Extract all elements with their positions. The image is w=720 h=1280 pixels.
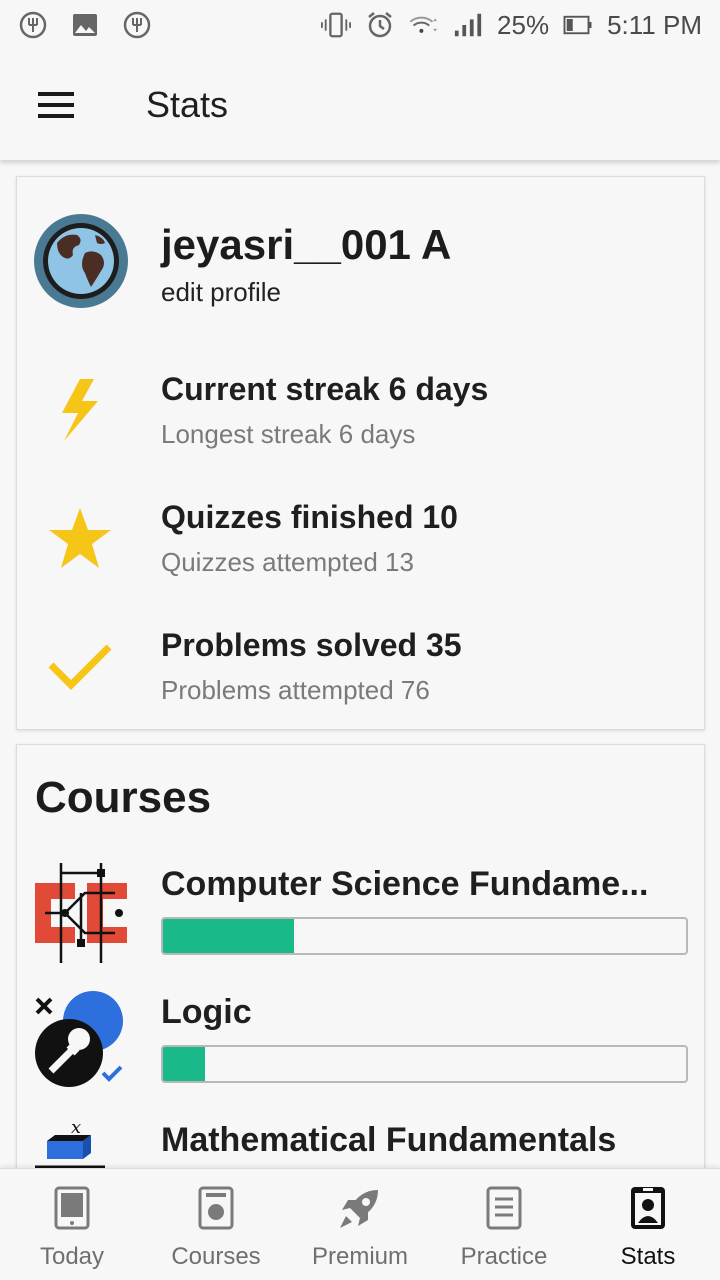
courses-heading: Courses — [35, 773, 212, 822]
star-icon — [45, 503, 115, 573]
streak-row: Current streak 6 days Longest streak 6 d… — [17, 353, 706, 481]
lightning-icon — [45, 375, 115, 445]
courses-card: Courses Computer Science Fundame... Logi… — [16, 744, 705, 1184]
quizzes-row: Quizzes finished 10 Quizzes attempted 13 — [17, 481, 706, 609]
vibrate-icon — [321, 10, 352, 40]
profile-card: jeyasri__001 A edit profile Current stre… — [16, 176, 705, 730]
course-progress-bar — [161, 1045, 688, 1083]
course-name: Computer Science Fundame... — [161, 865, 649, 903]
status-bar: 25% 5:11 PM — [0, 0, 720, 50]
course-progress-fill — [163, 919, 294, 953]
hamburger-menu-icon[interactable] — [18, 67, 94, 143]
course-card-icon — [194, 1183, 238, 1233]
battery-icon — [563, 10, 593, 40]
battery-percent: 25% — [497, 9, 550, 40]
nav-premium[interactable]: Premium — [288, 1169, 432, 1280]
tablet-icon — [50, 1183, 94, 1233]
fork-icon — [18, 10, 48, 40]
nav-label: Premium — [311, 1243, 408, 1270]
signal-icon — [453, 10, 483, 40]
page-title: Stats — [146, 84, 229, 125]
profile-badge-icon — [626, 1183, 670, 1233]
app-bar: Stats — [0, 50, 720, 160]
nav-practice[interactable]: Practice — [432, 1169, 576, 1280]
clock-time: 5:11 PM — [607, 9, 702, 40]
course-name: Logic — [161, 993, 252, 1031]
svg-text:x: x — [71, 1119, 81, 1138]
circuit-icon — [31, 863, 131, 963]
nav-label: Today — [39, 1243, 105, 1270]
check-icon — [45, 631, 115, 701]
stat-sub-text: Longest streak 6 days — [161, 419, 416, 449]
course-progress-bar — [161, 917, 688, 955]
username: jeyasri__001 A — [161, 221, 452, 268]
bottom-navigation: Today Courses Premium Practice Stats — [0, 1168, 720, 1280]
nav-today[interactable]: Today — [0, 1169, 144, 1280]
stat-main-text: Problems solved 35 — [161, 627, 462, 663]
nav-label: Courses — [171, 1243, 261, 1270]
course-progress-fill — [163, 1047, 205, 1081]
logic-icon — [31, 991, 131, 1091]
problems-row: Problems solved 35 Problems attempted 76 — [17, 609, 706, 737]
course-item[interactable]: Logic — [17, 991, 704, 1119]
fork-icon — [122, 10, 152, 40]
nav-stats[interactable]: Stats — [576, 1169, 720, 1280]
alarm-icon — [365, 10, 395, 40]
edit-profile-link[interactable]: edit profile — [161, 277, 281, 308]
wifi-icon — [409, 10, 439, 40]
image-icon — [70, 10, 100, 40]
globe-icon[interactable] — [33, 213, 129, 309]
nav-courses[interactable]: Courses — [144, 1169, 288, 1280]
document-icon — [482, 1183, 526, 1233]
stat-main-text: Quizzes finished 10 — [161, 499, 458, 535]
rocket-icon — [338, 1183, 382, 1233]
stat-sub-text: Problems attempted 76 — [161, 675, 430, 705]
stat-main-text: Current streak 6 days — [161, 371, 489, 407]
stat-sub-text: Quizzes attempted 13 — [161, 547, 414, 577]
course-item[interactable]: Computer Science Fundame... — [17, 863, 704, 991]
nav-label: Stats — [620, 1243, 676, 1270]
nav-label: Practice — [460, 1243, 548, 1270]
course-name: Mathematical Fundamentals — [161, 1121, 617, 1159]
